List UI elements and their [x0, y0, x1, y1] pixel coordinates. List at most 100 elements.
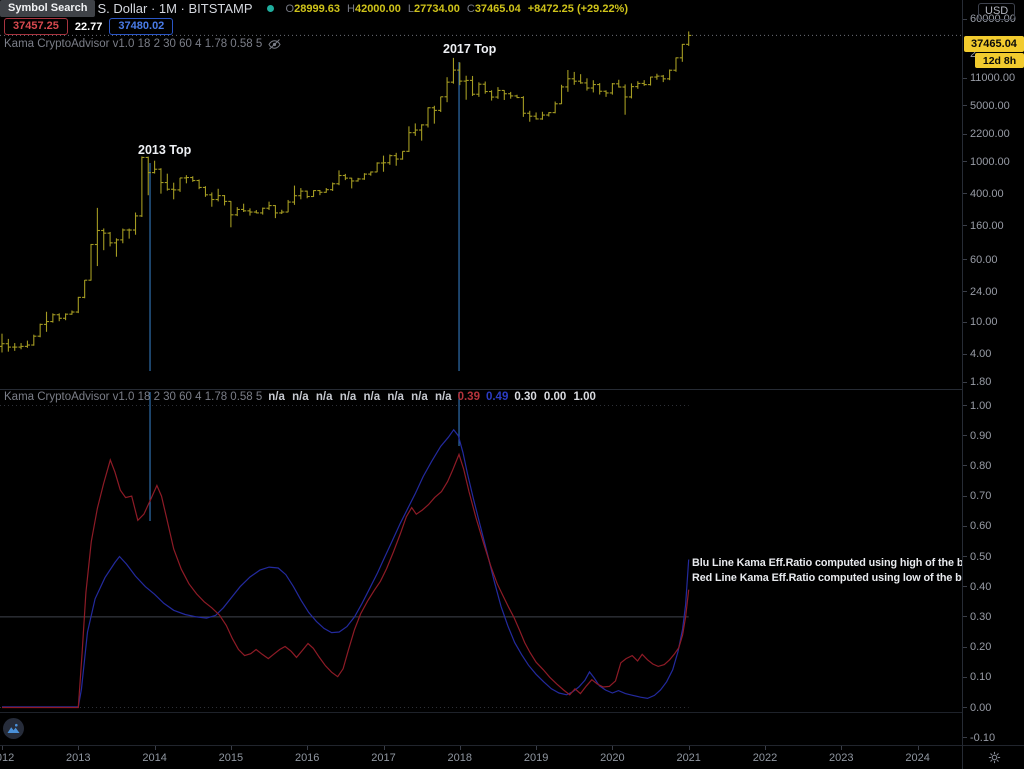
year-tick-mark: [765, 746, 766, 750]
year-tick-mark: [230, 746, 232, 750]
year-label: 2022: [752, 752, 778, 764]
axis-tick-label: 11000.00: [970, 72, 1016, 85]
year-label: 2013: [66, 752, 91, 764]
last-price-badge: 37465.04: [964, 36, 1024, 52]
year-label: 2012: [0, 752, 15, 764]
axis-tick-label: 0.00: [970, 701, 992, 714]
ohlc-high-label: H: [347, 2, 355, 15]
mountains-icon: [7, 723, 20, 733]
indicator-legend-row: Kama CryptoAdvisor v1.0 18 2 30 60 4 1.7…: [4, 391, 596, 403]
annotation-2013-top[interactable]: 2013 Top: [138, 143, 191, 157]
ohlc-change-value: +8472.25 (+29.22%): [527, 2, 629, 15]
countdown-badge: 12d 8h: [975, 53, 1024, 68]
axis-settings-corner[interactable]: [962, 745, 1024, 769]
axis-tick-label: 0.10: [970, 671, 992, 684]
symbol-search-tooltip: Symbol Search: [0, 0, 96, 17]
axis-tick-label: 0.60: [970, 520, 992, 533]
year-tick-mark: [612, 746, 614, 750]
axis-tick-mark: [963, 525, 967, 527]
year-label: 2017: [371, 752, 396, 764]
year-tick-mark: [307, 746, 309, 750]
axis-tick-label: 1000.00: [970, 155, 1010, 168]
eff-ratio-low-red[interactable]: [2, 452, 690, 709]
year-label: 2023: [829, 752, 854, 764]
axis-tick-mark: [963, 586, 967, 588]
axis-tick-label: 0.50: [970, 550, 992, 563]
axis-tick-mark: [963, 676, 967, 678]
year-tick-mark: [2, 746, 3, 750]
alert-labels-row: 37457.25 22.77 37480.02: [4, 18, 174, 35]
settings-gear-icon[interactable]: [988, 751, 1001, 764]
chart-canvas[interactable]: [0, 0, 962, 745]
ohlc-open-label: O: [285, 2, 295, 15]
axis-tick-label: 0.30: [970, 610, 992, 623]
axis-tick-label: 0.90: [970, 429, 992, 442]
indicator-legend-label: Kama CryptoAdvisor v1.0 18 2 30 60 4 1.7…: [4, 38, 263, 50]
year-tick-mark: [383, 746, 385, 750]
axis-tick-mark: [963, 105, 967, 107]
ohlc-low-value: 27734.00: [413, 2, 460, 15]
eff-ratio-high-blue[interactable]: [2, 428, 690, 708]
ohlc-open-value: 28999.63: [294, 2, 340, 15]
spread-value: 22.77: [74, 20, 103, 33]
symbol-title[interactable]: S. Dollar · 1M · BITSTAMP: [97, 1, 252, 16]
time-axis[interactable]: 2012 2013 2014 2015 2016 2017 2018 2019 2020 2021…: [0, 745, 962, 769]
year-label: 2015: [218, 752, 244, 764]
axis-tick-mark: [963, 435, 967, 437]
axis-tick-mark: [963, 259, 967, 261]
chart-image-button[interactable]: [3, 718, 24, 739]
axis-tick-label: -0.10: [970, 731, 996, 744]
axis-tick-label: 0.20: [970, 641, 992, 654]
year-label: 2020: [600, 752, 625, 764]
price-alert-low-label[interactable]: 37457.25: [4, 18, 68, 35]
axis-tick-label: 5000.00: [970, 99, 1010, 112]
axis-tick-label: 10.00: [970, 316, 998, 329]
axis-tick-mark: [963, 133, 967, 135]
axis-tick-mark: [963, 405, 967, 406]
year-tick-mark: [841, 746, 843, 750]
indicator-note-line2: Red Line Kama Eff.Ratio computed using l…: [692, 571, 972, 584]
year-label: 2019: [523, 752, 549, 764]
ohlc-close-label: C: [466, 2, 475, 15]
year-tick-mark: [154, 746, 156, 750]
indicator-blue-value: 0.49: [485, 391, 509, 403]
year-tick-mark: [536, 746, 538, 750]
axis-tick-mark: [963, 616, 967, 618]
indicator-level-values: 0.30 0.00 1.00: [514, 391, 596, 403]
annotation-2017-top[interactable]: 2017 Top: [443, 42, 496, 56]
axis-tick-label: 1.00: [970, 399, 992, 412]
axis-tick-mark: [963, 77, 967, 79]
axis-tick-label: 1.80: [970, 376, 992, 388]
axis-tick-label: 2200.00: [970, 128, 1010, 141]
market-status-dot: [266, 5, 274, 12]
axis-tick-mark: [963, 465, 967, 467]
year-label: 2018: [447, 752, 473, 764]
axis-tick-mark: [963, 556, 967, 557]
axis-tick-label: 0.80: [970, 459, 992, 472]
axis-tick-label: 24.00: [970, 285, 998, 298]
axis-tick-mark: [963, 381, 967, 383]
currency-toggle-button[interactable]: USD: [978, 3, 1016, 20]
price-alert-high-label[interactable]: 37480.02: [109, 18, 174, 35]
axis-tick-mark: [963, 161, 967, 163]
axis-tick-mark: [963, 737, 967, 739]
indicator-note-line1: Blu Line Kama Eff.Ratio computed using h…: [692, 557, 974, 569]
axis-tick-mark: [963, 291, 967, 293]
year-tick-mark: [917, 746, 919, 750]
axis-tick-label: 160.00: [970, 219, 1004, 232]
year-tick-mark: [688, 746, 690, 750]
year-label: 2024: [905, 752, 930, 764]
year-tick-mark: [459, 746, 461, 750]
ohlc-close-value: 37465.04: [474, 2, 521, 15]
price-axis[interactable]: 60000.00 11000.00 5000.00 2200.00 1000.00 400…: [962, 0, 1024, 745]
axis-tick-label: 0.70: [970, 490, 992, 503]
indicator-legend-hidden: Kama CryptoAdvisor v1.0 18 2 30 60 4 1.7…: [4, 38, 281, 50]
axis-tick-label: 60.00: [970, 253, 998, 266]
eye-hidden-icon[interactable]: [268, 38, 281, 50]
axis-tick-mark: [963, 18, 967, 20]
axis-tick-mark: [963, 193, 967, 195]
axis-tick-mark: [963, 353, 967, 355]
year-label: 2014: [142, 752, 167, 764]
indicator-note: Blu Line Kama Eff.Ratio computed using h…: [692, 556, 973, 585]
axis-tick-mark: [963, 707, 967, 708]
